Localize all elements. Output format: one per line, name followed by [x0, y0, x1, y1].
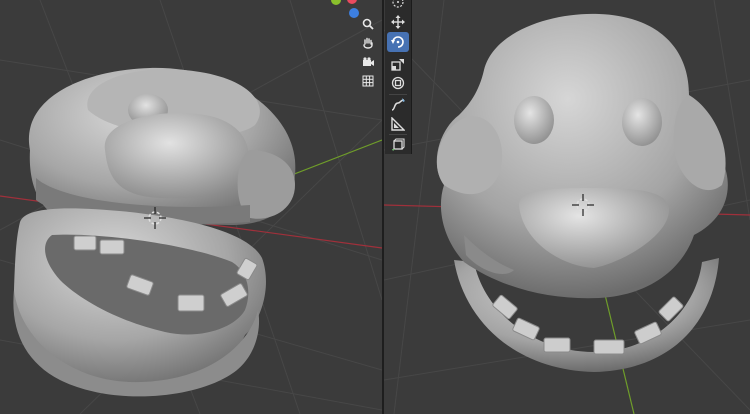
viewport-right[interactable]: [384, 0, 750, 414]
grid-icon[interactable]: [358, 71, 378, 91]
hand-pan-icon[interactable]: [358, 33, 378, 53]
measure-icon[interactable]: [387, 114, 409, 134]
add-cube-icon[interactable]: [387, 134, 409, 154]
rotate-icon[interactable]: [387, 32, 409, 52]
head-mesh: [436, 13, 728, 299]
cursor-icon[interactable]: [387, 0, 409, 12]
annotate-icon[interactable]: [387, 95, 409, 115]
viewport-left-scene: [0, 0, 382, 414]
camera-icon[interactable]: [358, 52, 378, 72]
eye-right: [622, 98, 662, 146]
viewport-right-scene: [384, 0, 750, 414]
zoom-icon[interactable]: [358, 14, 378, 34]
eye-left: [514, 96, 554, 144]
axis-z-dot[interactable]: [349, 8, 359, 18]
upper-head-mesh: [28, 67, 296, 226]
tool-shelf: [385, 0, 412, 154]
lower-jaw-mesh: [13, 208, 266, 397]
move-icon[interactable]: [387, 12, 409, 32]
scale-icon[interactable]: [387, 54, 409, 74]
transform-icon[interactable]: [387, 73, 409, 93]
viewport-left[interactable]: [0, 0, 382, 414]
